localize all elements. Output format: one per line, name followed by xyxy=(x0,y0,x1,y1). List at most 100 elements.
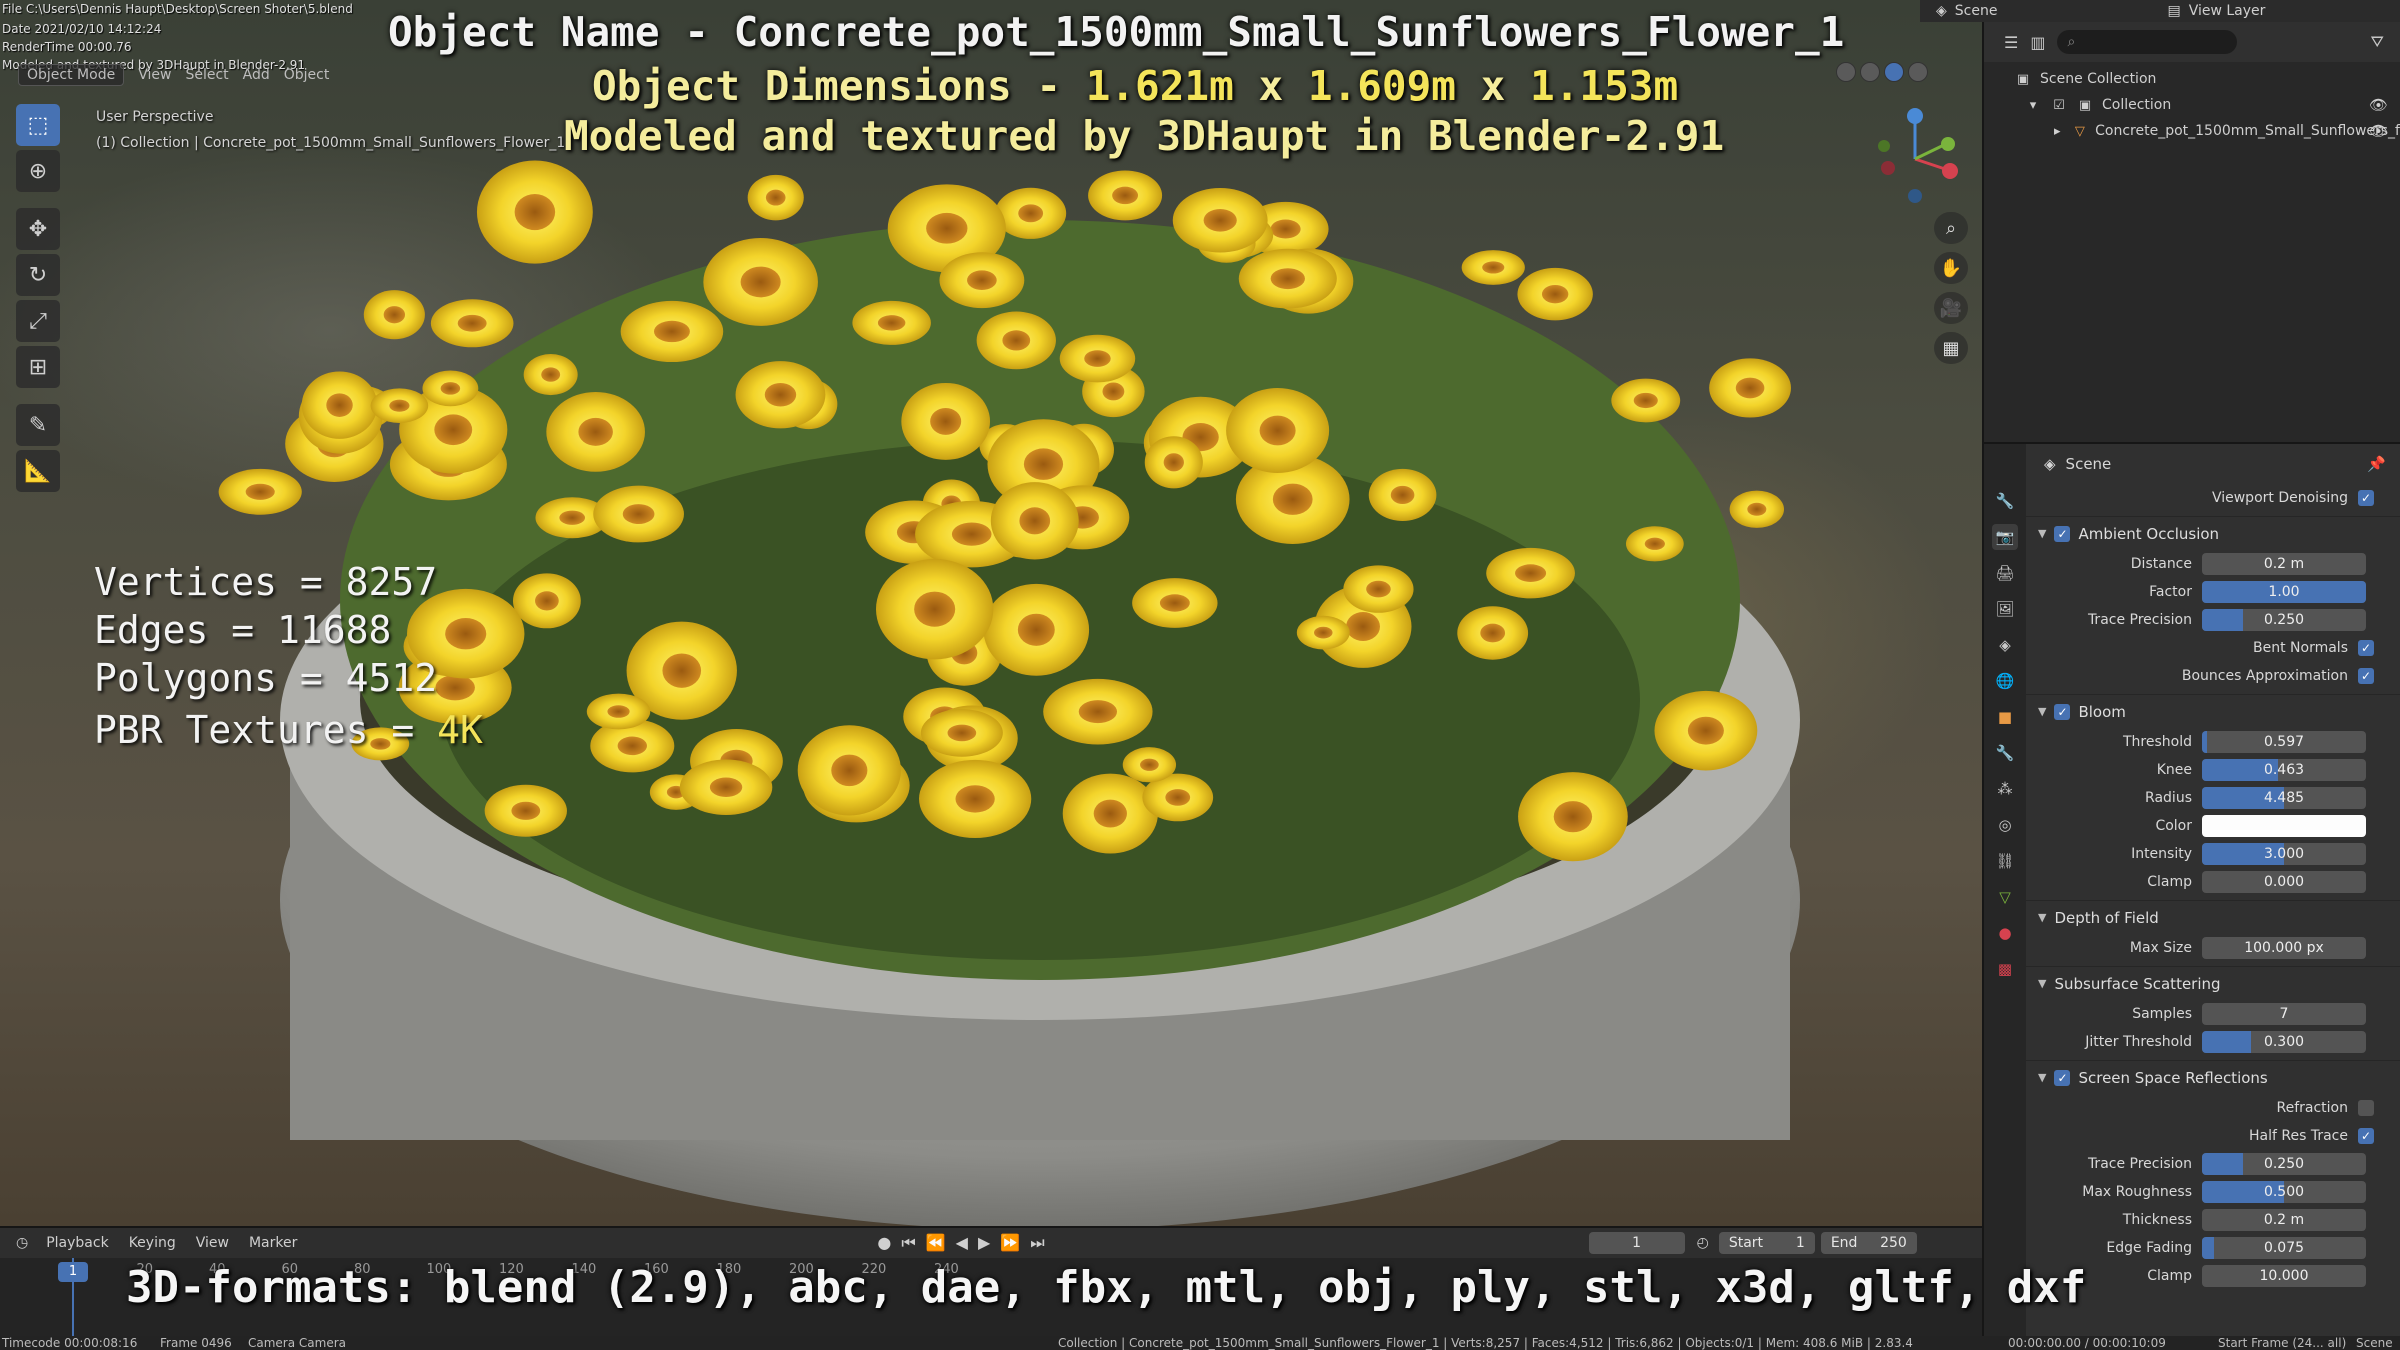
ao-factor-slider[interactable]: 1.00 xyxy=(2202,581,2366,603)
editor-type-icon[interactable]: ◷ xyxy=(16,1235,28,1251)
render-tab-icon[interactable]: 📷 xyxy=(1992,524,2018,550)
measure-tool[interactable]: 📐 xyxy=(16,450,60,492)
select-box-tool[interactable]: ⬚ xyxy=(16,104,60,146)
texture-tab-icon[interactable]: ▩ xyxy=(1992,956,2018,982)
rendered-shading-button[interactable] xyxy=(1908,62,1928,82)
menu-select[interactable]: Select xyxy=(185,67,228,83)
bloom-intensity-slider[interactable]: 3.000 xyxy=(2202,843,2366,865)
editor-type-icon[interactable]: ☰ xyxy=(2004,33,2018,52)
modifier-tab-icon[interactable]: 🔧 xyxy=(1992,740,2018,766)
output-tab-icon[interactable]: 🖨 xyxy=(1992,560,2018,586)
record-icon[interactable]: ● xyxy=(877,1233,891,1253)
navigation-gizmo[interactable] xyxy=(1870,104,1960,204)
panel-subsurface-scattering[interactable]: ▼ Subsurface Scattering xyxy=(2026,966,2400,1000)
particles-tab-icon[interactable]: ⁂ xyxy=(1992,776,2018,802)
jump-end-icon[interactable]: ⏭ xyxy=(1030,1233,1044,1253)
play-reverse-icon[interactable]: ◀ xyxy=(956,1233,968,1253)
data-tab-icon[interactable]: ▽ xyxy=(1992,884,2018,910)
rotate-tool[interactable]: ↻ xyxy=(16,254,60,296)
playhead-handle[interactable]: 1 xyxy=(58,1262,88,1282)
bounces-checkbox[interactable]: ✓ xyxy=(2358,668,2374,684)
ao-distance-field[interactable]: 0.2 m xyxy=(2202,553,2366,575)
prev-keyframe-icon[interactable]: ⏪ xyxy=(926,1233,946,1253)
object-tab-icon[interactable]: ■ xyxy=(1992,704,2018,730)
menu-keying[interactable]: Keying xyxy=(129,1235,176,1251)
transform-tool[interactable]: ⊞ xyxy=(16,346,60,388)
sss-samples-field[interactable]: 7 xyxy=(2202,1003,2366,1025)
refraction-checkbox[interactable] xyxy=(2358,1100,2374,1116)
pin-icon[interactable]: 📌 xyxy=(2367,455,2386,473)
panel-bloom[interactable]: ▼ ✓ Bloom xyxy=(2026,694,2400,728)
bent-normals-checkbox[interactable]: ✓ xyxy=(2358,640,2374,656)
solid-shading-button[interactable] xyxy=(1860,62,1880,82)
constraints-tab-icon[interactable]: ⛓ xyxy=(1992,848,2018,874)
physics-tab-icon[interactable]: ◎ xyxy=(1992,812,2018,838)
eye-icon[interactable]: 👁 xyxy=(2369,96,2388,114)
scene-tab-icon[interactable]: ◈ xyxy=(1992,632,2018,658)
material-shading-button[interactable] xyxy=(1884,62,1904,82)
menu-view[interactable]: View xyxy=(196,1235,229,1251)
ssr-thickness-field[interactable]: 0.2 m xyxy=(2202,1209,2366,1231)
filter-icon[interactable]: ⛛ xyxy=(2371,32,2384,52)
cursor-tool[interactable]: ⊕ xyxy=(16,150,60,192)
current-frame-field[interactable]: 1 xyxy=(1588,1232,1685,1254)
half-res-checkbox[interactable]: ✓ xyxy=(2358,1128,2374,1144)
eye-icon[interactable]: 👁 xyxy=(2369,122,2388,140)
outliner-row-object[interactable]: ▸ ▽ Concrete_pot_1500mm_Small_Sunflowers… xyxy=(1984,118,2400,144)
scale-tool[interactable]: ⤢ xyxy=(16,300,60,342)
end-frame-field[interactable]: End 250 xyxy=(1820,1232,1917,1254)
bloom-clamp-field[interactable]: 0.000 xyxy=(2202,871,2366,893)
zoom-icon[interactable]: ⌕ xyxy=(1934,212,1968,244)
play-icon[interactable]: ▶ xyxy=(978,1233,990,1253)
panel-depth-of-field[interactable]: ▼ Depth of Field xyxy=(2026,900,2400,934)
menu-playback[interactable]: Playback xyxy=(46,1235,108,1251)
camera-view-icon[interactable]: 🎥 xyxy=(1934,292,1968,324)
ao-trace-slider[interactable]: 0.250 xyxy=(2202,609,2366,631)
field-value: 0.2 m xyxy=(2263,556,2305,572)
expand-arrow-icon[interactable]: ▸ xyxy=(2050,123,2065,139)
next-keyframe-icon[interactable]: ⏩ xyxy=(1000,1233,1020,1253)
bloom-radius-slider[interactable]: 4.485 xyxy=(2202,787,2366,809)
tool-tab-icon[interactable]: 🔧 xyxy=(1992,488,2018,514)
expand-arrow-icon[interactable]: ▾ xyxy=(2024,97,2042,113)
start-frame-field[interactable]: Start 1 xyxy=(1718,1232,1815,1254)
bloom-enable-checkbox[interactable]: ✓ xyxy=(2054,703,2071,720)
menu-add[interactable]: Add xyxy=(243,67,270,83)
view-layer-tab-icon[interactable]: 🖼 xyxy=(1992,596,2018,622)
grid-view-icon[interactable]: ▦ xyxy=(1934,332,1968,364)
ssr-trace-slider[interactable]: 0.250 xyxy=(2202,1153,2366,1175)
3d-viewport[interactable]: File C:\Users\Dennis Haupt\Desktop\Scree… xyxy=(0,0,1982,1226)
ssr-roughness-slider[interactable]: 0.500 xyxy=(2202,1181,2366,1203)
jump-start-icon[interactable]: ⏮ xyxy=(901,1233,915,1253)
menu-marker[interactable]: Marker xyxy=(249,1235,297,1251)
move-tool[interactable]: ✥ xyxy=(16,208,60,250)
panel-ambient-occlusion[interactable]: ▼ ✓ Ambient Occlusion xyxy=(2026,516,2400,550)
bloom-threshold-slider[interactable]: 0.597 xyxy=(2202,731,2366,753)
panel-screen-space-reflections[interactable]: ▼ ✓ Screen Space Reflections xyxy=(2026,1060,2400,1094)
outliner-row-scene-collection[interactable]: ▣ Scene Collection xyxy=(1984,66,2400,92)
wireframe-shading-button[interactable] xyxy=(1836,62,1856,82)
world-tab-icon[interactable]: 🌐 xyxy=(1992,668,2018,694)
view-layer-selector[interactable]: View Layer xyxy=(2189,3,2266,19)
bloom-knee-slider[interactable]: 0.463 xyxy=(2202,759,2366,781)
viewport-denoising-checkbox[interactable]: ✓ xyxy=(2358,490,2374,506)
menu-view[interactable]: View xyxy=(138,67,171,83)
object-mode-dropdown[interactable]: Object Mode xyxy=(18,64,125,86)
annotate-tool[interactable]: ✎ xyxy=(16,404,60,446)
sss-jitter-slider[interactable]: 0.300 xyxy=(2202,1031,2366,1053)
pan-hand-icon[interactable]: ✋ xyxy=(1934,252,1968,284)
outliner-row-collection[interactable]: ▾ ☑ ▣ Collection 👁 xyxy=(1984,92,2400,118)
material-tab-icon[interactable]: ● xyxy=(1992,920,2018,946)
ssr-enable-checkbox[interactable]: ✓ xyxy=(2054,1069,2071,1086)
dims-sep-1: x xyxy=(1233,62,1308,110)
checkbox-icon[interactable]: ☑ xyxy=(2050,97,2068,113)
dof-max-size-field[interactable]: 100.000 px xyxy=(2202,937,2366,959)
ao-enable-checkbox[interactable]: ✓ xyxy=(2054,525,2071,542)
outliner-search-input[interactable]: ⌕ xyxy=(2057,30,2238,54)
menu-object[interactable]: Object xyxy=(284,67,330,83)
ssr-clamp-field[interactable]: 10.000 xyxy=(2202,1265,2366,1287)
display-mode-icon[interactable]: ▥ xyxy=(2030,33,2045,52)
bloom-color-swatch[interactable] xyxy=(2202,815,2366,837)
scene-selector[interactable]: Scene xyxy=(1955,3,1998,19)
ssr-fading-slider[interactable]: 0.075 xyxy=(2202,1237,2366,1259)
